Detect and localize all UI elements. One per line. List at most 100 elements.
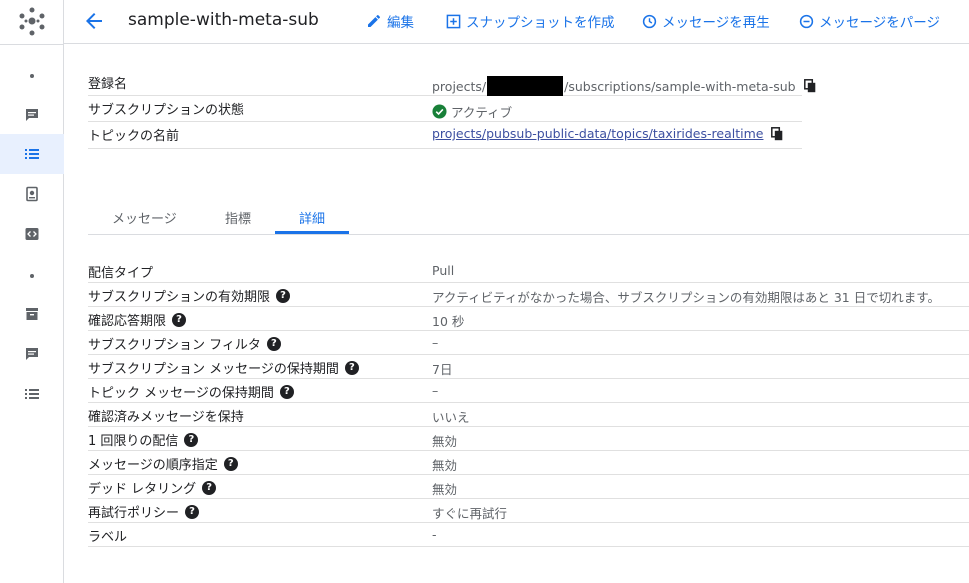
- info-row-state: サブスクリプションの状態 アクティブ: [88, 96, 802, 122]
- help-icon[interactable]: ?: [344, 360, 359, 375]
- state-label: アクティブ: [451, 105, 513, 120]
- details-value: -: [432, 527, 437, 542]
- replay-messages-label: メッセージを再生: [662, 15, 770, 31]
- tab-messages[interactable]: メッセージ: [112, 208, 177, 227]
- list-icon: [25, 389, 39, 399]
- path-prefix: projects/: [432, 78, 487, 94]
- create-snapshot-button[interactable]: スナップショットを作成: [446, 11, 615, 31]
- details-key: デッド レタリング?: [88, 478, 217, 497]
- info-key: トピックの名前: [88, 129, 180, 144]
- replay-messages-button[interactable]: メッセージを再生: [642, 11, 770, 31]
- clock-icon: [642, 14, 657, 28]
- help-icon[interactable]: ?: [185, 504, 200, 519]
- help-icon[interactable]: ?: [184, 432, 199, 447]
- details-row: 1 回限りの配信? 無効: [88, 427, 969, 451]
- pencil-icon: [368, 14, 381, 27]
- minus-circle-icon: [799, 14, 814, 28]
- help-icon[interactable]: ?: [266, 336, 281, 351]
- code-icon: [25, 228, 39, 240]
- details-key-text: 再試行ポリシー: [88, 506, 180, 521]
- rail-item-lite-topics[interactable]: [0, 334, 64, 374]
- check-circle-icon: [432, 104, 447, 119]
- info-row-topic: トピックの名前 projects/pubsub-public-data/topi…: [88, 122, 802, 149]
- rail-separator-dot: [30, 74, 34, 78]
- archive-icon: [26, 308, 38, 320]
- tab-metrics[interactable]: 指標: [225, 208, 251, 227]
- details-key-text: サブスクリプション フィルタ: [88, 338, 261, 353]
- details-key-text: 配信タイプ: [88, 266, 154, 281]
- details-key: サブスクリプションの有効期限?: [88, 286, 291, 305]
- path-suffix: /subscriptions/sample-with-meta-sub: [564, 78, 796, 94]
- details-value: 10 秒: [432, 314, 465, 329]
- details-value: –: [432, 383, 439, 398]
- details-key: 確認済みメッセージを保持: [88, 406, 244, 425]
- topic-link[interactable]: projects/pubsub-public-data/topics/taxir…: [432, 126, 763, 141]
- details-row: ラベル -: [88, 523, 969, 547]
- details-key: 確認応答期限?: [88, 310, 187, 329]
- details-row: 確認応答期限? 10 秒: [88, 307, 969, 331]
- details-value: 7日: [432, 362, 453, 377]
- details-key-text: デッド レタリング: [88, 482, 197, 497]
- help-icon[interactable]: ?: [202, 480, 217, 495]
- details-value: アクティビティがなかった場合、サブスクリプションの有効期限はあと 31 日で切れ…: [432, 290, 940, 305]
- details-key-text: メッセージの順序指定: [88, 458, 218, 473]
- purge-messages-button[interactable]: メッセージをパージ: [799, 11, 940, 31]
- copy-icon[interactable]: [803, 79, 816, 93]
- details-row: 確認済みメッセージを保持 いいえ: [88, 403, 969, 427]
- details-value: いいえ: [432, 410, 470, 425]
- details-row: メッセージの順序指定? 無効: [88, 451, 969, 475]
- details-value: –: [432, 335, 439, 350]
- details-row: 配信タイプ Pull: [88, 259, 969, 283]
- details-row: サブスクリプションの有効期限? アクティビティがなかった場合、サブスクリプション…: [88, 283, 969, 307]
- rail-item-lite-subscriptions[interactable]: [0, 374, 64, 414]
- tab-details[interactable]: 詳細: [299, 208, 325, 227]
- help-icon[interactable]: ?: [279, 384, 294, 399]
- help-icon[interactable]: ?: [172, 312, 187, 327]
- snapshot-icon: [26, 186, 38, 202]
- rail-divider: [0, 44, 64, 45]
- help-icon[interactable]: ?: [276, 288, 291, 303]
- create-snapshot-label: スナップショットを作成: [466, 15, 615, 31]
- subscription-tabs: メッセージ 指標 詳細: [88, 200, 969, 235]
- info-row-name: 登録名 projects/ /subscriptions/sample-with-…: [88, 70, 815, 96]
- back-arrow-icon[interactable]: [82, 9, 106, 33]
- details-key: メッセージの順序指定?: [88, 454, 238, 473]
- details-key: 再試行ポリシー?: [88, 502, 200, 521]
- left-nav-rail: [0, 0, 64, 583]
- details-row: 再試行ポリシー? すぐに再試行: [88, 499, 969, 523]
- redacted-project-id: [487, 76, 564, 96]
- rail-item-overview[interactable]: [0, 95, 64, 135]
- message-icon: [26, 348, 38, 360]
- rail-item-snapshots[interactable]: [0, 174, 64, 214]
- details-key-text: トピック メッセージの保持期間: [88, 386, 274, 401]
- details-row: トピック メッセージの保持期間? –: [88, 379, 969, 403]
- info-key: サブスクリプションの状態: [88, 103, 245, 118]
- details-row: サブスクリプション メッセージの保持期間? 7日: [88, 355, 969, 379]
- info-key: 登録名: [88, 77, 128, 92]
- list-icon: [25, 149, 39, 159]
- details-key-text: 確認応答期限: [88, 314, 167, 329]
- subscription-state: アクティブ: [432, 102, 512, 121]
- details-key: サブスクリプション フィルタ?: [88, 334, 281, 353]
- rail-item-lite-reservations[interactable]: [0, 294, 64, 334]
- copy-icon[interactable]: [771, 126, 783, 141]
- subscription-path: projects/ /subscriptions/sample-with-meta…: [432, 76, 816, 96]
- rail-item-subscriptions[interactable]: [0, 134, 64, 174]
- pubsub-logo-icon[interactable]: [17, 6, 47, 36]
- details-row: サブスクリプション フィルタ? –: [88, 331, 969, 355]
- details-key-text: サブスクリプション メッセージの保持期間: [88, 362, 339, 377]
- edit-button[interactable]: 編集: [366, 11, 414, 31]
- details-value: 無効: [432, 482, 458, 497]
- message-icon: [26, 109, 38, 121]
- edit-label: 編集: [387, 15, 414, 31]
- details-key: トピック メッセージの保持期間?: [88, 382, 294, 401]
- details-key-text: ラベル: [88, 530, 128, 545]
- page-header: sample-with-meta-sub 編集 スナップショットを作成 メッセー…: [64, 0, 969, 44]
- details-key-text: 確認済みメッセージを保持: [88, 410, 244, 425]
- details-key-text: サブスクリプションの有効期限: [88, 290, 271, 305]
- purge-messages-label: メッセージをパージ: [819, 15, 940, 31]
- details-key: ラベル: [88, 526, 127, 545]
- details-key: サブスクリプション メッセージの保持期間?: [88, 358, 359, 377]
- rail-item-schemas[interactable]: [0, 214, 64, 254]
- help-icon[interactable]: ?: [223, 456, 238, 471]
